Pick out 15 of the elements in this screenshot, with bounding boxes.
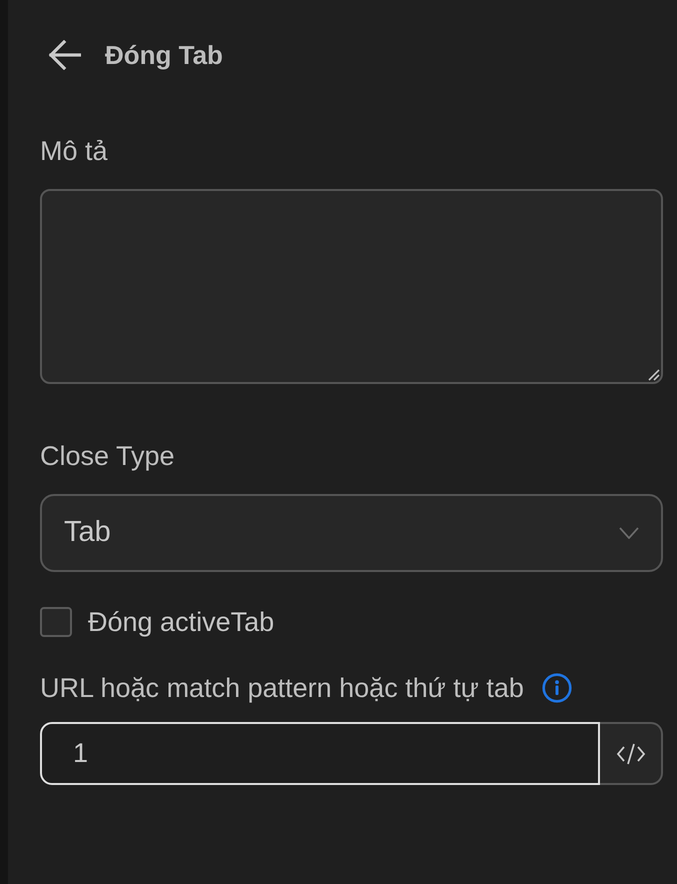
checkbox[interactable] [40, 607, 72, 637]
page-title: Đóng Tab [105, 39, 223, 72]
code-icon [616, 742, 646, 764]
arrow-left-icon [48, 40, 81, 70]
url-input[interactable]: 1 [40, 722, 600, 785]
code-button[interactable] [600, 722, 663, 785]
chevron-down-icon [619, 527, 639, 539]
checkbox-label: Đóng activeTab [88, 606, 274, 638]
back-button[interactable] [48, 40, 81, 70]
info-icon [542, 673, 572, 703]
field-label: Close Type [40, 440, 176, 472]
resize-handle-icon [648, 369, 660, 381]
field-label: URL hoặc match pattern hoặc thứ tự tab [40, 672, 524, 704]
field-label: Mô tả [40, 135, 109, 167]
close-type-dropdown[interactable]: Tab [40, 494, 663, 572]
